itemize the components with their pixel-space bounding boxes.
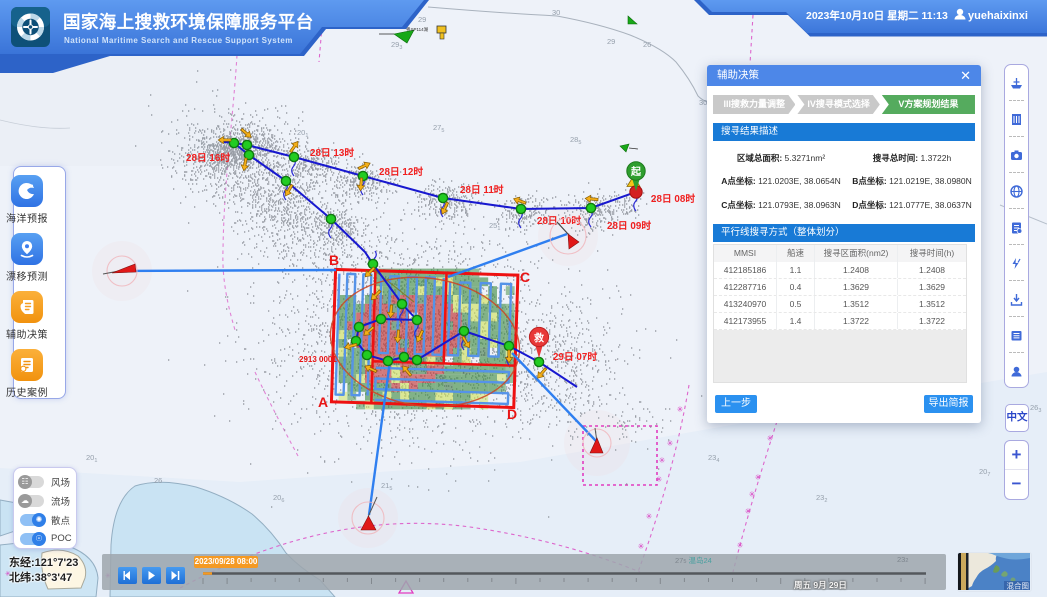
svg-text:国家海上搜救环境保障服务平台: 国家海上搜救环境保障服务平台 [63, 12, 314, 32]
svg-text:✳: ✳ [767, 434, 774, 443]
svg-text:A: A [318, 394, 328, 410]
svg-text:✳: ✳ [745, 507, 752, 516]
svg-text:28日 11时: 28日 11时 [460, 183, 504, 196]
svg-text:yuehaixinxi: yuehaixinxi [968, 10, 1028, 22]
svg-text:29日 07时: 29日 07时 [553, 350, 597, 363]
svg-text:混合图: 混合图 [1007, 581, 1030, 591]
svg-text:28日 13时: 28日 13时 [310, 146, 354, 159]
svg-text:救: 救 [534, 332, 544, 345]
svg-text:B: B [329, 252, 339, 268]
svg-text:2913 0001: 2913 0001 [299, 355, 337, 364]
svg-text:✳: ✳ [659, 456, 666, 465]
svg-text:✳: ✳ [656, 475, 663, 484]
svg-text:28日 16时: 28日 16时 [186, 151, 230, 164]
svg-text:起: 起 [630, 165, 642, 178]
svg-text:D: D [507, 406, 517, 422]
svg-text:28日 08时: 28日 08时 [651, 192, 695, 205]
svg-text:C: C [520, 269, 530, 285]
svg-text:✳: ✳ [737, 541, 744, 550]
svg-text:✳: ✳ [646, 512, 653, 521]
svg-text:28日 09时: 28日 09时 [607, 219, 651, 232]
svg-text:✳: ✳ [638, 542, 645, 551]
svg-text:✳: ✳ [667, 439, 674, 448]
svg-text:National Maritime Search and R: National Maritime Search and Rescue Supp… [64, 36, 293, 45]
svg-text:✳: ✳ [755, 473, 762, 482]
svg-text:✳: ✳ [677, 405, 684, 414]
svg-text:2023年10月10日 星期二 11:13: 2023年10月10日 星期二 11:13 [806, 9, 948, 22]
svg-text:26: 26 [154, 476, 162, 485]
svg-text:28日 12时: 28日 12时 [379, 165, 423, 178]
svg-text:✳: ✳ [749, 490, 756, 499]
